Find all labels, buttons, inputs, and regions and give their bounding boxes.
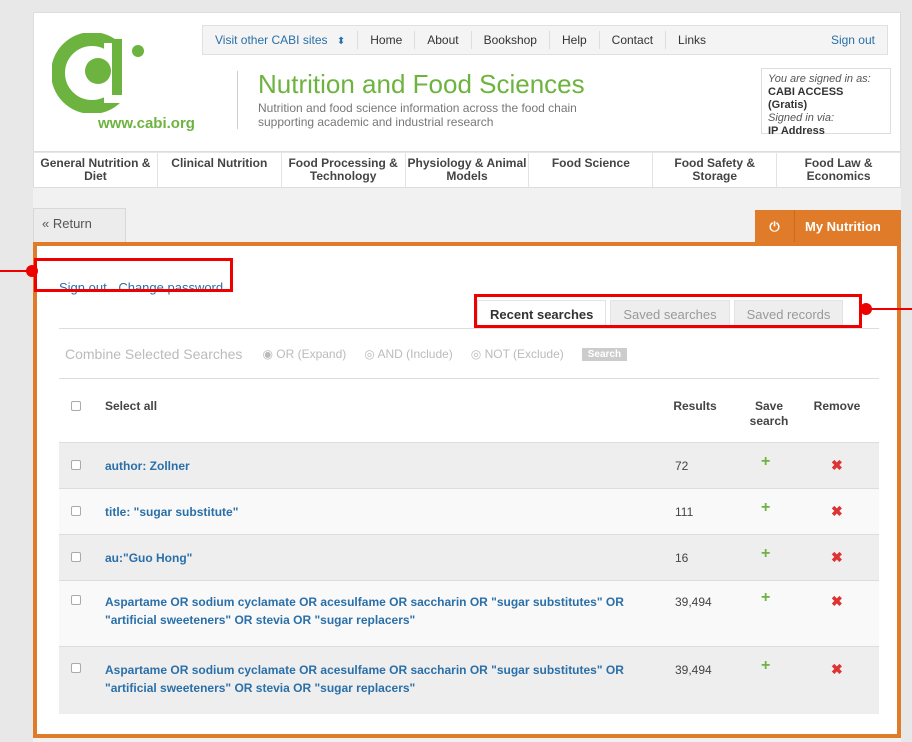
remove-header: Remove — [813, 399, 861, 413]
chevron-updown-icon: ⬍ — [336, 36, 346, 47]
recent-searches-table: Select all Results Save search Remove au… — [59, 378, 879, 714]
my-nutrition-label: My Nutrition — [805, 219, 881, 234]
signed-via-label: Signed in via: — [768, 112, 835, 124]
category-food-safety[interactable]: Food Safety & Storage — [653, 153, 778, 187]
combine-searches: Combine Selected Searches ◉ OR (Expand) … — [65, 346, 628, 362]
visit-cabi-sites-dropdown[interactable]: Visit other CABI sites ⬍ — [203, 31, 359, 49]
table-row: author: Zollner 72 + ✖ — [59, 442, 879, 488]
page: www.cabi.org Nutrition and Food Sciences… — [33, 12, 901, 742]
results-count: 39,494 — [675, 663, 712, 677]
nav-bookshop[interactable]: Bookshop — [472, 31, 550, 49]
table-row: Aspartame OR sodium cyclamate OR acesulf… — [59, 646, 879, 714]
nav-home[interactable]: Home — [358, 31, 416, 49]
top-nav: Visit other CABI sites ⬍ Home About Book… — [202, 25, 888, 55]
combine-label: Combine Selected Searches — [65, 346, 243, 362]
search-query-link[interactable]: Aspartame OR sodium cyclamate OR acesulf… — [105, 593, 665, 629]
radio-and[interactable]: ◎ AND (Include) — [364, 347, 453, 361]
signout-highlight-box — [34, 258, 233, 292]
select-all-label: Select all — [105, 399, 158, 413]
nav-help[interactable]: Help — [550, 31, 600, 49]
row-checkbox[interactable] — [71, 663, 81, 673]
cabi-logo[interactable] — [52, 33, 152, 113]
table-row: Aspartame OR sodium cyclamate OR acesulf… — [59, 580, 879, 646]
signed-in-label: You are signed in as: — [768, 73, 871, 85]
search-query-link[interactable]: title: "sugar substitute" — [105, 503, 238, 521]
signed-in-box: You are signed in as: CABI ACCESS (Grati… — [761, 68, 891, 137]
signout-callout-dot — [26, 265, 38, 277]
table-row: title: "sugar substitute" 111 + ✖ — [59, 488, 879, 534]
radio-not[interactable]: ◎ NOT (Exclude) — [471, 347, 564, 361]
radio-and-label: AND (Include) — [377, 347, 453, 361]
search-query-link[interactable]: au:"Guo Hong" — [105, 549, 192, 567]
row-checkbox[interactable] — [71, 595, 81, 605]
results-count: 16 — [675, 551, 689, 565]
row-checkbox[interactable] — [71, 460, 81, 470]
nav-links[interactable]: Links — [666, 31, 718, 49]
save-search-icon[interactable]: + — [761, 453, 770, 471]
table-row: au:"Guo Hong" 16 + ✖ — [59, 534, 879, 580]
radio-not-label: NOT (Exclude) — [484, 347, 564, 361]
category-physiology[interactable]: Physiology & Animal Models — [406, 153, 530, 187]
return-button[interactable]: « Return — [33, 208, 126, 242]
category-food-processing[interactable]: Food Processing & Technology — [282, 153, 406, 187]
row-checkbox[interactable] — [71, 506, 81, 516]
site-header: www.cabi.org Nutrition and Food Sciences… — [33, 12, 901, 152]
results-count: 39,494 — [675, 595, 712, 609]
save-search-icon[interactable]: + — [761, 657, 770, 675]
select-all-checkbox[interactable] — [71, 401, 81, 411]
results-count: 72 — [675, 459, 689, 473]
save-search-icon[interactable]: + — [761, 589, 770, 607]
category-nav: General Nutrition & Diet Clinical Nutrit… — [33, 152, 901, 188]
radio-or[interactable]: ◉ OR (Expand) — [262, 347, 346, 361]
combine-search-button[interactable]: Search — [581, 347, 628, 361]
logo-url[interactable]: www.cabi.org — [98, 115, 195, 132]
tabs-callout-line — [868, 308, 912, 310]
save-search-icon[interactable]: + — [761, 545, 770, 563]
remove-icon[interactable]: ✖ — [831, 549, 843, 566]
remove-icon[interactable]: ✖ — [831, 457, 843, 474]
results-header: Results — [673, 399, 717, 413]
site-title: Nutrition and Food Sciences — [258, 69, 585, 99]
radio-or-label: OR (Expand) — [276, 347, 347, 361]
table-header-row: Select all Results Save search Remove — [59, 378, 879, 442]
my-nutrition-tab[interactable]: ⏻ My Nutrition — [755, 210, 901, 244]
category-food-science[interactable]: Food Science — [529, 153, 654, 187]
search-query-link[interactable]: Aspartame OR sodium cyclamate OR acesulf… — [105, 661, 665, 697]
signed-in-name: CABI ACCESS (Gratis) — [768, 86, 844, 111]
header-signout-link[interactable]: Sign out — [819, 31, 887, 49]
tabs-underline — [59, 328, 879, 329]
results-count: 111 — [675, 505, 694, 519]
remove-icon[interactable]: ✖ — [831, 661, 843, 678]
power-icon: ⏻ — [755, 210, 795, 244]
nav-contact[interactable]: Contact — [600, 31, 667, 49]
signed-via-value: IP Address — [768, 125, 825, 137]
row-checkbox[interactable] — [71, 552, 81, 562]
category-food-law[interactable]: Food Law & Economics — [777, 153, 900, 187]
category-clinical-nutrition[interactable]: Clinical Nutrition — [158, 153, 282, 187]
remove-icon[interactable]: ✖ — [831, 503, 843, 520]
site-subtitle: Nutrition and food science information a… — [258, 101, 577, 129]
save-search-icon[interactable]: + — [761, 499, 770, 517]
save-search-header: Save search — [749, 399, 789, 428]
remove-icon[interactable]: ✖ — [831, 593, 843, 610]
search-query-link[interactable]: author: Zollner — [105, 457, 190, 475]
header-divider — [237, 71, 238, 129]
category-general-nutrition[interactable]: General Nutrition & Diet — [34, 153, 158, 187]
tabs-highlight-box — [474, 294, 862, 328]
nav-about[interactable]: About — [415, 31, 472, 49]
